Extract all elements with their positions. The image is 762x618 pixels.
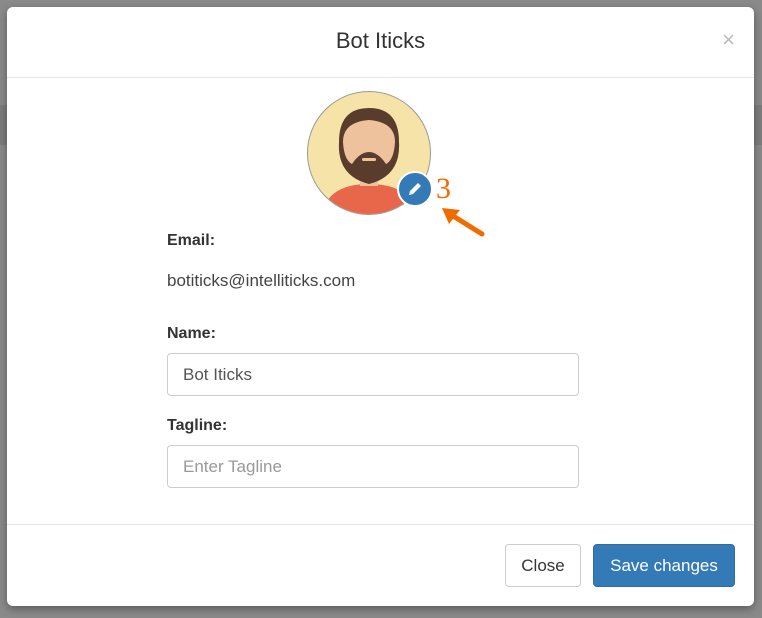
modal-header: Bot Iticks × <box>7 7 754 78</box>
email-label: Email: <box>167 232 216 249</box>
tagline-label: Tagline: <box>167 417 228 434</box>
name-label: Name: <box>167 325 216 342</box>
save-changes-button[interactable]: Save changes <box>593 544 735 587</box>
close-button[interactable]: Close <box>505 544 581 587</box>
close-icon[interactable]: × <box>722 29 735 51</box>
modal-title: Bot Iticks <box>335 28 426 53</box>
avatar-container <box>307 91 433 215</box>
email-value: botiticks@intelliticks.com <box>167 271 356 290</box>
edit-avatar-button[interactable] <box>397 171 433 207</box>
annotation-arrow-icon <box>442 208 485 237</box>
pencil-icon <box>409 183 421 195</box>
modal-footer: Close Save changes <box>7 524 754 606</box>
name-input[interactable] <box>167 353 579 396</box>
tagline-input[interactable] <box>167 445 579 488</box>
